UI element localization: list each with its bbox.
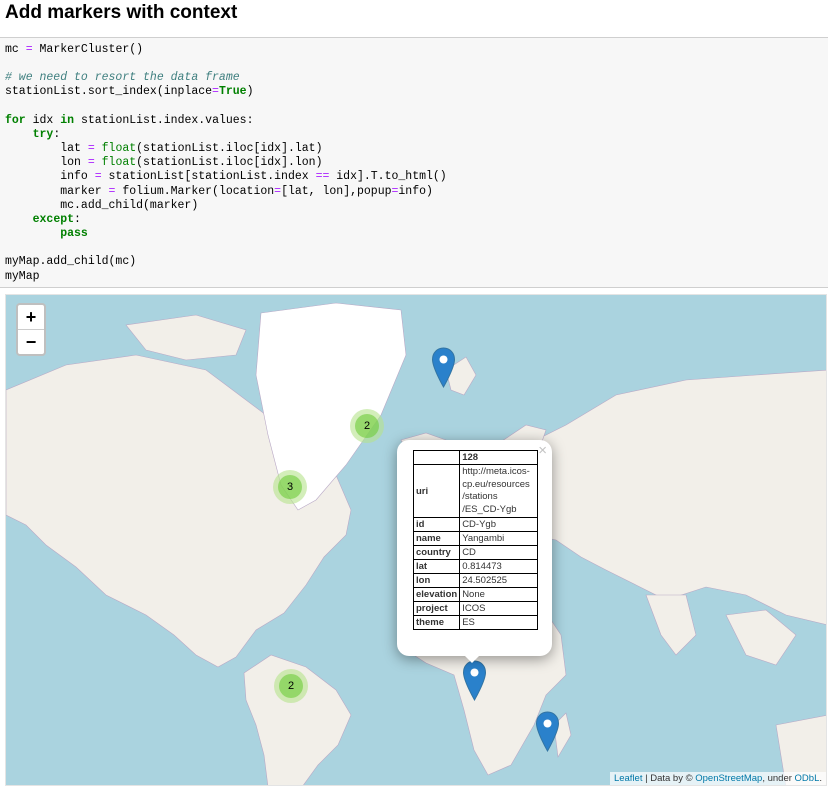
row-key: country xyxy=(412,545,461,560)
row-value: ES xyxy=(459,615,539,630)
marker-cluster[interactable]: 2 xyxy=(350,409,384,443)
marker-cluster[interactable]: 3 xyxy=(273,470,307,504)
row-value: 0.814473 xyxy=(459,559,539,574)
leaflet-link[interactable]: Leaflet xyxy=(614,773,643,784)
table-row: 128 xyxy=(412,450,539,465)
map-attribution: Leaflet | Data by © OpenStreetMap, under… xyxy=(609,772,826,785)
table-row: country CD xyxy=(412,545,539,560)
section-heading: Add markers with context xyxy=(5,2,238,23)
table-column-header: 128 xyxy=(459,450,539,465)
row-value: CD xyxy=(459,545,539,560)
row-value: ICOS xyxy=(459,601,539,616)
row-key: theme xyxy=(412,615,461,630)
row-value: 24.502525 xyxy=(459,573,539,588)
table-row: lat 0.814473 xyxy=(412,559,539,574)
map-marker-icon[interactable] xyxy=(462,660,487,701)
row-key: id xyxy=(412,517,461,532)
row-value-uri: http://meta.icos-cp.eu/resources/station… xyxy=(459,464,539,518)
row-key: project xyxy=(412,601,461,616)
map-marker-icon[interactable] xyxy=(431,347,456,388)
odbl-link[interactable]: ODbL xyxy=(795,773,820,784)
table-row: project ICOS xyxy=(412,601,539,616)
row-key: elevation xyxy=(412,587,461,602)
table-row: elevation None xyxy=(412,587,539,602)
code-block: mc = MarkerCluster() # we need to resort… xyxy=(5,43,447,283)
table-corner-cell xyxy=(412,450,461,465)
row-value: CD-Ygb xyxy=(459,517,539,532)
row-key: uri xyxy=(412,464,461,518)
zoom-control: + − xyxy=(16,303,46,356)
code-cell[interactable]: mc = MarkerCluster() # we need to resort… xyxy=(0,37,828,288)
popup-table: 128 uri http://meta.icos-cp.eu/resources… xyxy=(412,450,539,630)
zoom-out-button[interactable]: − xyxy=(18,330,44,354)
attribution-text: . xyxy=(819,773,822,784)
map-view[interactable]: + − 2 3 2 × 128 uri http://meta.icos-cp.… xyxy=(5,294,827,786)
marker-cluster[interactable]: 2 xyxy=(274,669,308,703)
popup-tip xyxy=(462,653,482,663)
cluster-count: 2 xyxy=(355,414,379,438)
cluster-count: 3 xyxy=(278,475,302,499)
row-key: name xyxy=(412,531,461,546)
row-value: Yangambi xyxy=(459,531,539,546)
row-value: None xyxy=(459,587,539,602)
table-row: uri http://meta.icos-cp.eu/resources/sta… xyxy=(412,464,539,518)
attribution-text: , under xyxy=(762,773,795,784)
cluster-count: 2 xyxy=(279,674,303,698)
marker-popup: × 128 uri http://meta.icos-cp.eu/resourc… xyxy=(397,440,552,656)
zoom-in-button[interactable]: + xyxy=(18,305,44,330)
table-row: name Yangambi xyxy=(412,531,539,546)
map-marker-icon[interactable] xyxy=(535,711,560,752)
table-row: lon 24.502525 xyxy=(412,573,539,588)
row-key: lon xyxy=(412,573,461,588)
osm-link[interactable]: OpenStreetMap xyxy=(695,773,762,784)
attribution-text: | Data by © xyxy=(642,773,696,784)
close-icon[interactable]: × xyxy=(538,442,547,459)
row-key: lat xyxy=(412,559,461,574)
table-row: theme ES xyxy=(412,615,539,630)
table-row: id CD-Ygb xyxy=(412,517,539,532)
